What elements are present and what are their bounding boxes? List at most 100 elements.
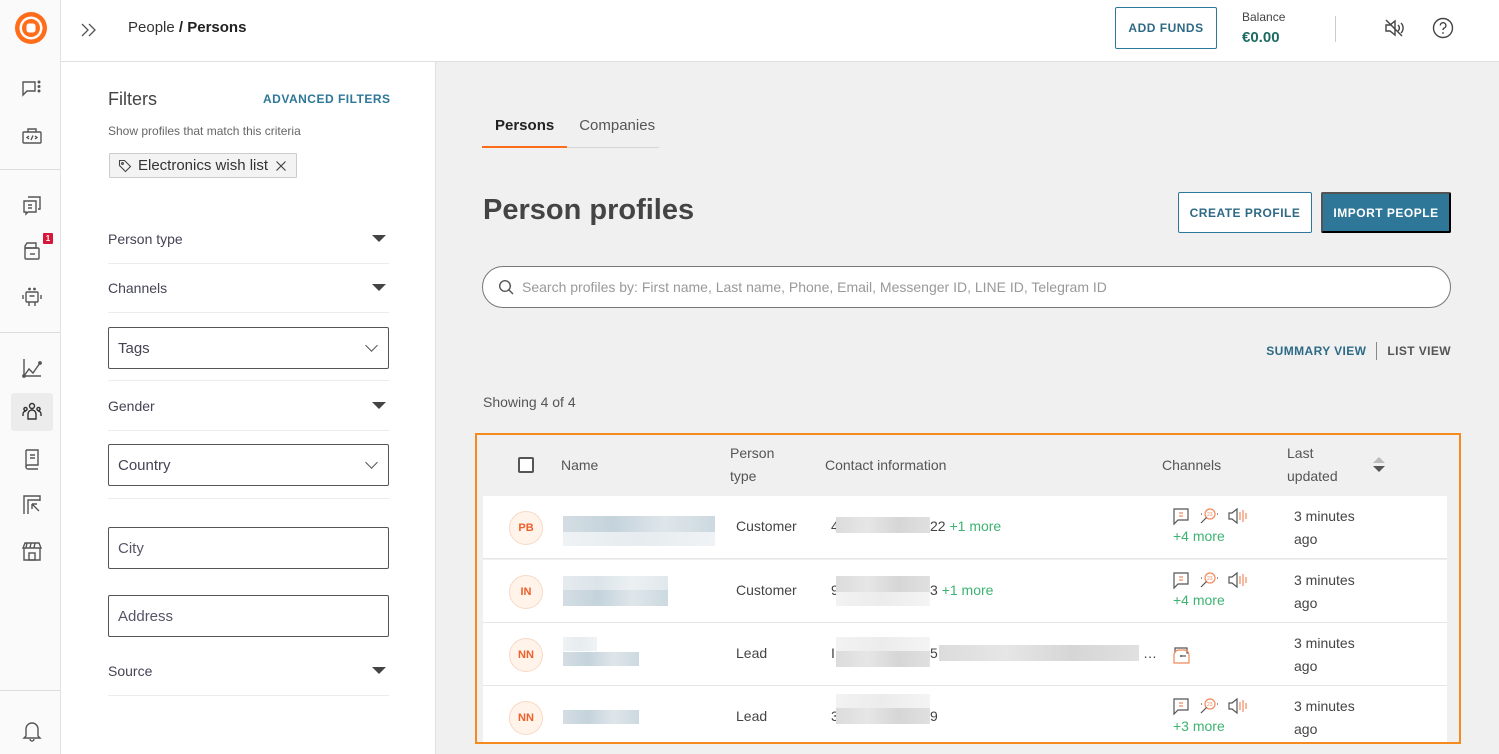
remove-chip-icon[interactable] [274,159,288,173]
breadcrumb-parent[interactable]: People [128,19,175,36]
city-input[interactable] [118,539,376,557]
rail-bots[interactable] [11,278,53,316]
chevron-down-icon [365,456,378,469]
rail-conversations[interactable] [11,70,53,108]
header-last-updated[interactable]: Last updated [1287,442,1338,488]
tags-select[interactable]: Tags [108,327,389,369]
source-filter[interactable]: Source [108,646,389,696]
contact-suffix: 3 [930,582,938,598]
gender-label: Gender [108,397,155,414]
caret-down-icon [372,235,386,242]
redacted-contact [939,645,1139,661]
header-name[interactable]: Name [561,454,598,477]
redacted-name [563,637,597,651]
caret-down-icon [372,284,386,291]
address-input[interactable] [118,607,376,625]
filter-divider [108,498,389,499]
breadcrumb-current: Persons [187,19,247,36]
search-icon [498,279,514,295]
table-row[interactable]: NN Lead I 5 … 3 minutes ago [483,623,1447,686]
list-view-link[interactable]: LIST VIEW [1387,344,1451,358]
rail-campaigns[interactable] [11,486,53,524]
chat-icon [1173,508,1189,526]
balance-value: €0.00 [1242,29,1280,46]
sort-icon[interactable] [1372,455,1386,475]
tab-persons[interactable]: Persons [482,114,568,148]
caret-down-icon [372,402,386,409]
search-input[interactable] [522,279,1450,295]
tickets-badge: 1 [43,233,53,244]
channels-filter[interactable]: Channels [108,263,389,313]
add-funds-button[interactable]: ADD FUNDS [1115,7,1217,49]
topbar-divider [1335,16,1336,42]
table-row[interactable]: IN Customer 9 3 +1 more 23 +4 more 3 min… [483,560,1447,623]
rail-divider [0,332,60,333]
person-type: Lead [736,645,768,661]
table-header: Name Person type Contact information Chan… [483,435,1453,496]
breadcrumb-separator: / [174,19,188,36]
updated-line2: ago [1294,531,1318,547]
storefront-icon [21,542,43,561]
channels-more-link[interactable]: +3 more [1173,718,1225,734]
tag-icon [118,159,132,172]
cursor-board-icon [23,495,41,514]
rail-analytics[interactable] [11,349,53,387]
tags-label: Tags [118,339,150,357]
updated-line1: 3 minutes [1294,508,1355,524]
import-people-button[interactable]: IMPORT PEOPLE [1321,192,1451,233]
header-contact: Contact information [825,457,947,473]
channel-icons: 23 [1171,506,1247,526]
table-row[interactable]: PB Customer 4 22 +1 more 23 +4 more 3 mi… [483,496,1447,559]
country-select[interactable]: Country [108,444,389,486]
speaker-icon [1228,507,1247,525]
rail-notifications[interactable] [11,712,53,750]
redacted-contact [836,651,930,667]
city-field[interactable] [108,527,389,569]
select-all-checkbox[interactable] [518,457,534,473]
active-filter-chip: Electronics wish list [109,153,298,178]
country-label: Country [118,456,171,474]
source-label: Source [108,662,153,679]
sound-muted-icon[interactable] [1383,17,1407,39]
webchat-icon [1173,647,1190,664]
help-icon[interactable] [1432,17,1454,39]
filters-subtitle: Show profiles that match this criteria [108,124,301,138]
redacted-name [563,532,715,546]
rail-people[interactable] [11,393,65,435]
contact-info: 22 +1 more [930,518,1001,534]
logo-icon[interactable] [14,11,48,45]
rail-developer[interactable] [11,117,53,155]
avatar: PB [509,511,543,545]
rail-knowledge[interactable] [11,440,53,478]
search-bar[interactable] [482,266,1451,308]
rail-store[interactable] [11,532,53,570]
header-person-type: Person type [730,442,774,488]
expand-sidebar-icon[interactable] [79,20,99,40]
table-row[interactable]: NN Lead 3 9 23 +3 more 3 minutes ago [483,686,1447,742]
advanced-filters-link[interactable]: ADVANCED FILTERS [263,92,391,106]
chat-copy-icon [23,196,41,216]
code-briefcase-icon [22,128,42,144]
main-content: Persons Companies Person profiles CREATE… [437,62,1499,754]
gender-filter[interactable]: Gender [108,381,389,431]
rail-tickets[interactable]: 1 [11,232,53,270]
contact-more-link[interactable]: +1 more [942,582,994,598]
person-type: Lead [736,708,768,724]
address-field[interactable] [108,595,389,637]
caret-down-icon [372,667,386,674]
rail-inbox[interactable] [11,186,53,224]
summary-view-link[interactable]: SUMMARY VIEW [1266,344,1366,358]
tab-companies[interactable]: Companies [567,114,667,148]
chat-icon [1173,572,1189,590]
redacted-contact [836,517,930,533]
robot-icon [22,287,42,306]
person-type-filter[interactable]: Person type [108,214,389,264]
redacted-contact [836,708,930,724]
channels-more-link[interactable]: +4 more [1173,528,1225,544]
create-profile-button[interactable]: CREATE PROFILE [1178,192,1312,233]
redacted-name [563,576,668,590]
results-count: Showing 4 of 4 [483,394,576,410]
contact-more-link[interactable]: +1 more [949,518,1001,534]
contact-suffix: 22 [930,518,946,534]
channels-more-link[interactable]: +4 more [1173,592,1225,608]
